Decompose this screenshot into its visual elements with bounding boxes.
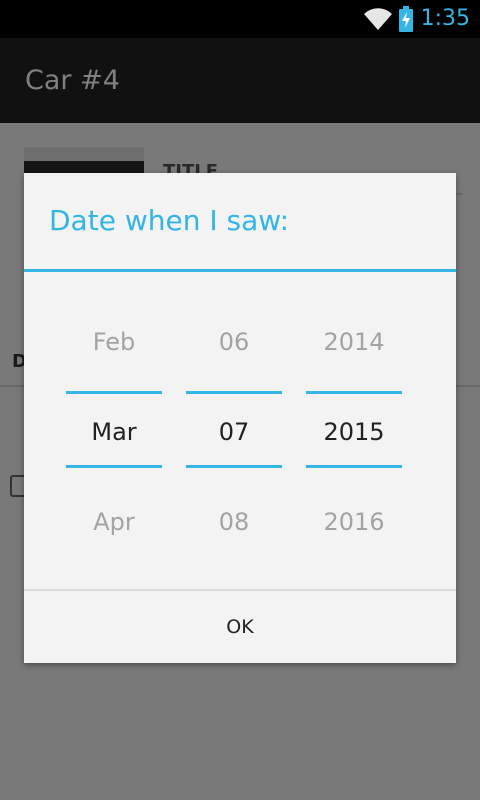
day-current[interactable]: 07 — [186, 402, 282, 462]
year-prev[interactable]: 2014 — [306, 312, 402, 372]
month-picker[interactable]: Feb Mar Apr — [66, 272, 162, 589]
dialog-title: Date when I saw: — [49, 204, 290, 237]
month-selection-line-bottom — [66, 465, 162, 468]
ok-button[interactable]: OK — [24, 591, 456, 663]
status-time: 1:35 — [420, 6, 470, 31]
month-prev[interactable]: Feb — [66, 312, 162, 372]
day-selection-line-top — [186, 391, 282, 394]
year-selection-line-bottom — [306, 465, 402, 468]
status-bar: 1:35 — [0, 0, 480, 38]
battery-charging-icon — [398, 6, 413, 32]
date-picker-dialog: Date when I saw: Feb Mar Apr 06 07 08 20… — [24, 173, 456, 663]
wifi-icon — [363, 8, 392, 30]
year-selection-line-top — [306, 391, 402, 394]
year-picker[interactable]: 2014 2015 2016 — [306, 272, 402, 589]
day-picker[interactable]: 06 07 08 — [186, 272, 282, 589]
year-next[interactable]: 2016 — [306, 492, 402, 552]
year-current[interactable]: 2015 — [306, 402, 402, 462]
day-prev[interactable]: 06 — [186, 312, 282, 372]
screen: 1:35 Car #4 TITLE D Date when I saw: Feb… — [0, 0, 480, 800]
month-selection-line-top — [66, 391, 162, 394]
day-selection-line-bottom — [186, 465, 282, 468]
day-next[interactable]: 08 — [186, 492, 282, 552]
month-next[interactable]: Apr — [66, 492, 162, 552]
month-current[interactable]: Mar — [66, 402, 162, 462]
